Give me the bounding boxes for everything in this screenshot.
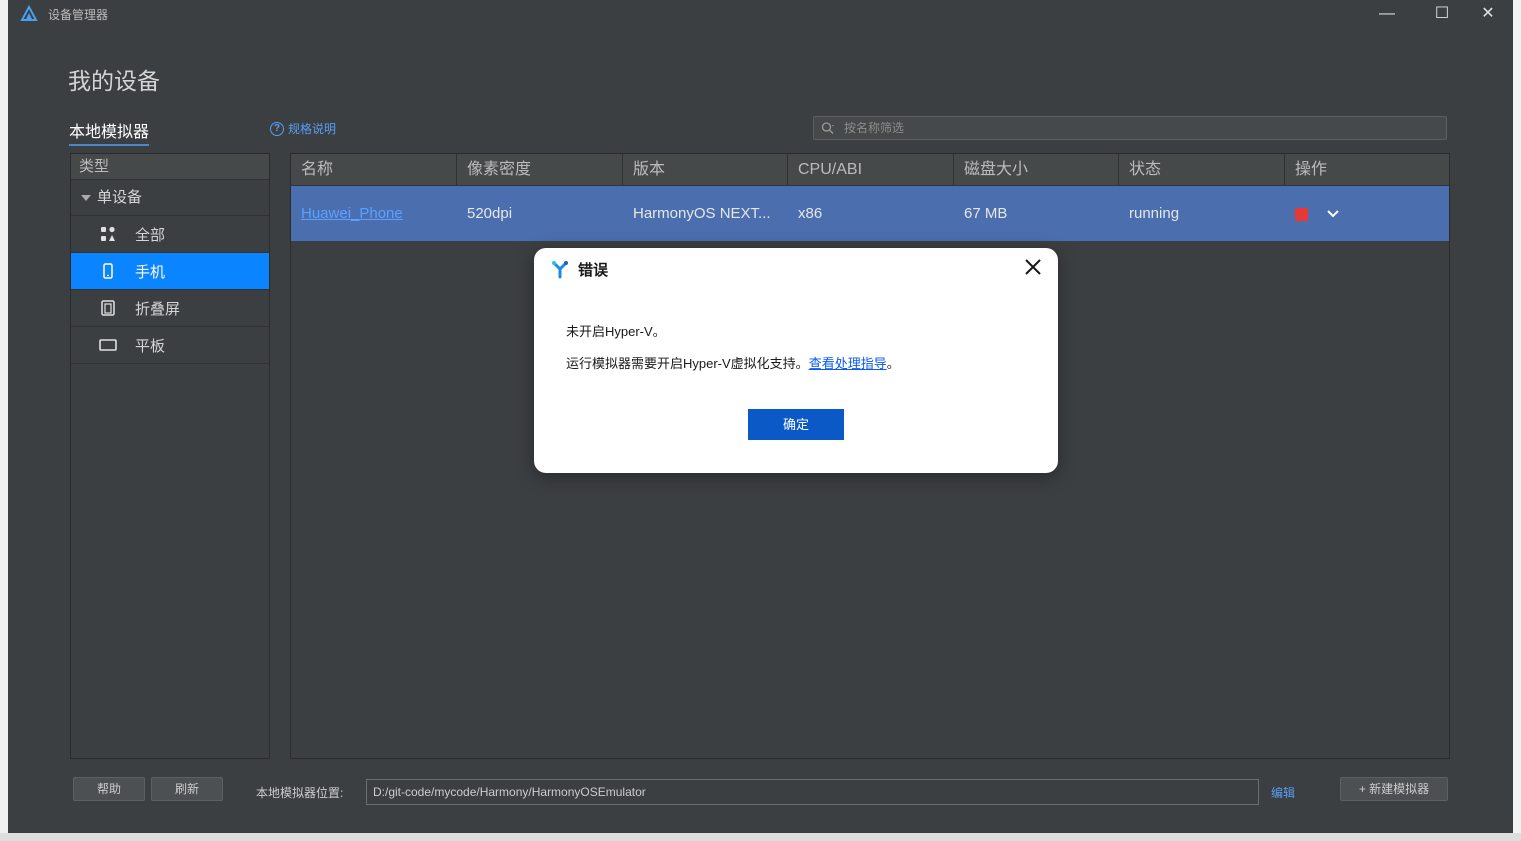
stop-button[interactable]	[1295, 207, 1308, 221]
type-item-label: 平板	[135, 337, 166, 355]
disk-cell: 67 MB	[964, 205, 1008, 222]
table-header: 名称 像素密度 版本 CPU/ABI 磁盘大小 状态 操作	[291, 154, 1449, 186]
help-button[interactable]: 帮助	[73, 777, 145, 801]
dialog-message-1: 未开启Hyper-V。	[566, 324, 666, 339]
type-header: 类型	[71, 154, 269, 180]
device-name-link[interactable]: Huawei_Phone	[301, 205, 403, 222]
device-name-cell: Huawei_Phone	[291, 205, 457, 222]
dialog-message-suffix: 。	[886, 356, 900, 371]
window-title: 设备管理器	[48, 8, 109, 22]
tablet-icon	[99, 336, 117, 354]
column-header-status[interactable]: 状态	[1119, 154, 1285, 185]
page-title: 我的设备	[68, 68, 160, 94]
location-field[interactable]: D:/git-code/mycode/Harmony/HarmonyOSEmul…	[366, 779, 1259, 805]
type-item-label: 手机	[135, 263, 166, 281]
column-header-version[interactable]: 版本	[623, 154, 788, 185]
close-window-button[interactable]: ✕	[1465, 2, 1511, 26]
actions-cell	[1285, 205, 1449, 222]
spec-link-label: 规格说明	[288, 122, 337, 136]
grid-icon	[99, 225, 117, 243]
cpu-cell: x86	[798, 205, 823, 222]
column-header-density[interactable]: 像素密度	[457, 154, 623, 185]
status-cell: running	[1129, 205, 1180, 222]
column-header-actions: 操作	[1295, 161, 1328, 178]
refresh-button[interactable]: 刷新	[151, 777, 223, 801]
type-group-label: 单设备	[97, 188, 143, 206]
ok-button[interactable]: 确定	[748, 409, 844, 440]
help-circle-icon: ?	[270, 121, 284, 136]
background-app-right-edge	[1513, 0, 1521, 841]
close-icon[interactable]	[1022, 256, 1044, 278]
device-type-panel: 类型 单设备 全部 手机 折叠屏 平板	[70, 153, 270, 759]
tab-local-emulator[interactable]: 本地模拟器	[69, 118, 150, 146]
type-item-phone[interactable]: 手机	[71, 253, 269, 290]
new-emulator-button[interactable]: + 新建模拟器	[1340, 777, 1448, 801]
app-logo-icon	[20, 5, 38, 21]
maximize-button[interactable]: ☐	[1419, 2, 1465, 26]
column-header-disk[interactable]: 磁盘大小	[954, 154, 1119, 185]
dialog-message-2: 运行模拟器需要开启Hyper-V虚拟化支持。查看处理指导。	[566, 353, 900, 372]
edit-link[interactable]: 编辑	[1271, 784, 1295, 801]
dialog-title: 错误	[578, 262, 609, 279]
expand-triangle-icon	[81, 194, 91, 201]
type-item-label: 全部	[135, 226, 166, 244]
type-group-single-device[interactable]: 单设备	[71, 180, 269, 216]
background-app-bottom-edge	[0, 833, 1521, 841]
table-row[interactable]: Huawei_Phone 520dpi HarmonyOS NEXT... x8…	[291, 186, 1449, 241]
type-item-label: 折叠屏	[135, 300, 181, 318]
type-item-all[interactable]: 全部	[71, 216, 269, 253]
devecostudio-logo-icon	[552, 261, 568, 279]
dialog-message-text: 运行模拟器需要开启Hyper-V虚拟化支持。	[566, 356, 809, 371]
search-input[interactable]	[844, 119, 1434, 137]
foldable-icon	[99, 299, 117, 317]
phone-icon	[99, 262, 117, 280]
column-header-cpu[interactable]: CPU/ABI	[788, 154, 954, 185]
error-dialog: 错误 未开启Hyper-V。 运行模拟器需要开启Hyper-V虚拟化支持。查看处…	[534, 248, 1058, 473]
background-app-left-edge	[0, 0, 8, 841]
chevron-down-icon[interactable]	[1326, 209, 1340, 219]
spec-link[interactable]: ? 规格说明	[270, 120, 336, 137]
guide-link[interactable]: 查看处理指导	[809, 356, 887, 371]
minimize-button[interactable]: —	[1364, 2, 1410, 26]
location-label: 本地模拟器位置:	[256, 786, 344, 800]
type-item-foldable[interactable]: 折叠屏	[71, 290, 269, 327]
type-item-tablet[interactable]: 平板	[71, 327, 269, 364]
search-icon	[821, 122, 834, 134]
search-box[interactable]	[813, 116, 1447, 140]
version-cell: HarmonyOS NEXT...	[633, 205, 771, 222]
column-header-name[interactable]: 名称	[291, 154, 457, 185]
title-bar: 设备管理器 — ☐ ✕	[8, 0, 1513, 28]
density-cell: 520dpi	[467, 205, 513, 222]
